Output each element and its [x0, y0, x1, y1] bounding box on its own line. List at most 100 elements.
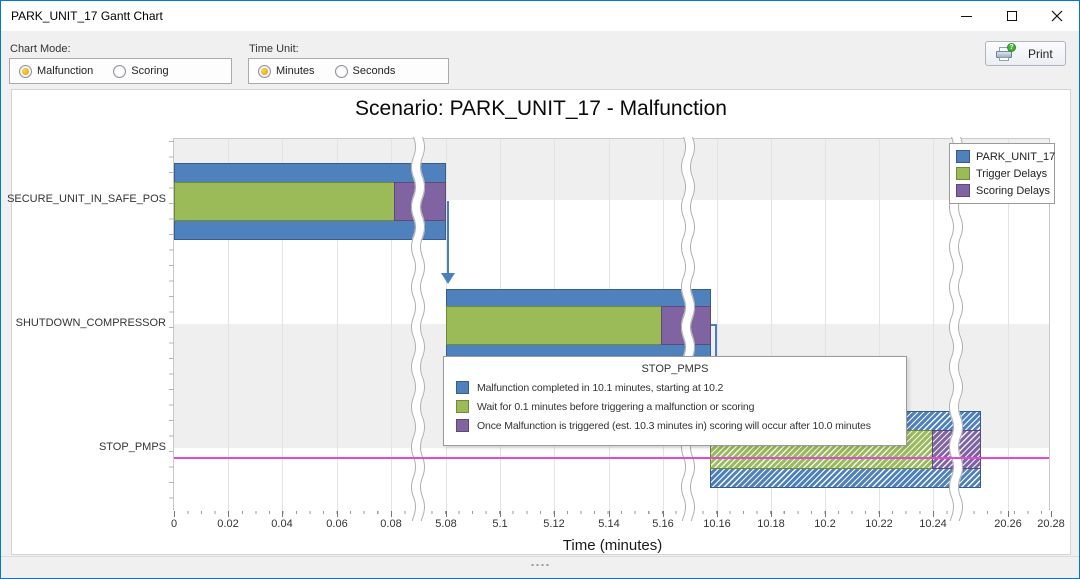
- radio-scoring[interactable]: Scoring: [113, 65, 168, 78]
- print-button[interactable]: ? Print: [985, 41, 1066, 66]
- x-axis-tick: [500, 511, 501, 517]
- legend-label: PARK_UNIT_17: [976, 151, 1055, 163]
- dependency-arrow-head-icon: [441, 273, 455, 284]
- x-axis-minor-ticks: [174, 511, 1051, 514]
- dependency-arrow-line: [447, 201, 449, 275]
- x-axis-tick: [717, 511, 718, 517]
- radio-label: Scoring: [131, 65, 168, 77]
- x-axis-tick: [446, 511, 447, 517]
- x-axis-tick-label: 10.2: [814, 518, 835, 530]
- maximize-button[interactable]: [989, 1, 1034, 31]
- close-button[interactable]: [1034, 1, 1079, 31]
- app-window: PARK_UNIT_17 Gantt Chart Chart Mode: Mal…: [0, 0, 1080, 579]
- legend: PARK_UNIT_17 Trigger Delays Scoring Delays: [949, 143, 1055, 204]
- x-axis-title: Time (minutes): [174, 537, 1051, 554]
- category-label-shutdown_compressor: SHUTDOWN_COMPRESSOR: [0, 317, 166, 329]
- x-axis-tick-label: 20.28: [1037, 518, 1065, 530]
- tooltip-title: STOP_PMPS: [444, 363, 906, 375]
- window-title: PARK_UNIT_17 Gantt Chart: [11, 1, 163, 31]
- legend-swatch-icon: [956, 150, 970, 163]
- tooltip-item: Wait for 0.1 minutes before triggering a…: [444, 400, 906, 413]
- radio-malfunction[interactable]: Malfunction: [19, 65, 93, 78]
- radio-circle-icon[interactable]: [113, 65, 126, 78]
- minimize-icon: [961, 16, 972, 17]
- tooltip: STOP_PMPS Malfunction completed in 10.1 …: [443, 356, 907, 446]
- maximize-icon: [1007, 11, 1017, 21]
- toolbar: Chart Mode: Malfunction Scoring Time Unit…: [1, 31, 1079, 89]
- radio-label: Malfunction: [37, 65, 93, 77]
- x-axis-tick-label: 10.18: [757, 518, 785, 530]
- x-axis-tick-label: 0.04: [271, 518, 292, 530]
- title-bar: PARK_UNIT_17 Gantt Chart: [1, 1, 1079, 31]
- axis-break-icon: [409, 137, 427, 521]
- tooltip-item: Once Malfunction is triggered (est. 10.3…: [444, 419, 906, 432]
- chart-title: Scenario: PARK_UNIT_17 - Malfunction: [12, 97, 1070, 121]
- radio-seconds[interactable]: Seconds: [335, 65, 396, 78]
- chart-mode-label: Chart Mode:: [10, 43, 71, 55]
- x-axis-tick-label: 5.1: [492, 518, 507, 530]
- x-axis-tick: [663, 511, 664, 517]
- x-axis-tick-label: 5.16: [652, 518, 673, 530]
- radio-label: Minutes: [276, 65, 315, 77]
- chart-mode-group: Malfunction Scoring: [9, 58, 232, 84]
- plot-area: 00.020.040.060.085.085.15.125.145.1610.1…: [173, 138, 1050, 510]
- x-axis-tick-label: 5.14: [598, 518, 619, 530]
- tooltip-item-text: Once Malfunction is triggered (est. 10.3…: [477, 420, 871, 432]
- x-axis-tick: [174, 511, 175, 517]
- bar-trigger-delay-shutdown-compressor[interactable]: [446, 306, 662, 345]
- bar-trigger-delay-secure-unit[interactable]: [174, 182, 395, 221]
- x-axis-tick-label: 0: [171, 518, 177, 530]
- x-axis-tick-label: 10.16: [703, 518, 731, 530]
- x-axis-tick-label: 5.08: [435, 518, 456, 530]
- legend-item[interactable]: Scoring Delays: [956, 182, 1048, 199]
- printer-badge-icon: ?: [1007, 43, 1016, 52]
- radio-circle-icon[interactable]: [335, 65, 348, 78]
- tooltip-item-text: Malfunction completed in 10.1 minutes, s…: [477, 382, 723, 394]
- chart-panel: Scenario: PARK_UNIT_17 - Malfunction: [11, 89, 1071, 555]
- splitter-grip-icon[interactable]: [532, 564, 549, 566]
- x-axis-tick: [282, 511, 283, 517]
- tooltip-swatch-icon: [456, 419, 469, 432]
- tooltip-item: Malfunction completed in 10.1 minutes, s…: [444, 381, 906, 394]
- dependency-connector-line: [715, 324, 717, 357]
- x-axis-tick: [933, 511, 934, 517]
- x-axis-tick-label: 5.12: [543, 518, 564, 530]
- time-unit-label: Time Unit:: [249, 43, 299, 55]
- x-axis-tick-label: 0.02: [217, 518, 238, 530]
- x-axis-tick: [391, 511, 392, 517]
- x-axis-tick-label: 20.26: [994, 518, 1022, 530]
- category-label-secure_unit_in_safe_pos: SECURE_UNIT_IN_SAFE_POS: [0, 193, 166, 205]
- legend-item[interactable]: PARK_UNIT_17: [956, 148, 1048, 165]
- category-label-stop_pmps: STOP_PMPS: [0, 441, 166, 453]
- x-axis-tick: [771, 511, 772, 517]
- time-unit-group: Minutes Seconds: [248, 58, 449, 84]
- radio-circle-icon[interactable]: [258, 65, 271, 78]
- legend-label: Trigger Delays: [976, 168, 1047, 180]
- legend-swatch-icon: [956, 167, 970, 180]
- radio-label: Seconds: [353, 65, 396, 77]
- x-axis-tick-label: 10.24: [919, 518, 947, 530]
- axis-break-icon: [679, 137, 697, 521]
- tooltip-swatch-icon: [456, 400, 469, 413]
- legend-label: Scoring Delays: [976, 185, 1050, 197]
- x-axis-tick-label: 0.06: [326, 518, 347, 530]
- x-axis-tick-label: 10.22: [865, 518, 893, 530]
- x-axis-tick: [1051, 511, 1052, 517]
- x-axis-tick: [228, 511, 229, 517]
- reference-line: [174, 457, 1049, 459]
- x-axis-tick: [554, 511, 555, 517]
- legend-item[interactable]: Trigger Delays: [956, 165, 1048, 182]
- x-axis-tick: [825, 511, 826, 517]
- x-axis-tick-label: 0.08: [380, 518, 401, 530]
- radio-circle-icon[interactable]: [19, 65, 32, 78]
- radio-minutes[interactable]: Minutes: [258, 65, 315, 78]
- tooltip-item-text: Wait for 0.1 minutes before triggering a…: [477, 401, 754, 413]
- minimize-button[interactable]: [944, 1, 989, 31]
- x-axis-tick: [337, 511, 338, 517]
- x-axis-tick: [1008, 511, 1009, 517]
- x-axis-tick: [879, 511, 880, 517]
- legend-swatch-icon: [956, 184, 970, 197]
- bottom-strip: [1, 556, 1079, 579]
- printer-icon: ?: [996, 46, 1014, 61]
- close-icon: [1051, 10, 1063, 22]
